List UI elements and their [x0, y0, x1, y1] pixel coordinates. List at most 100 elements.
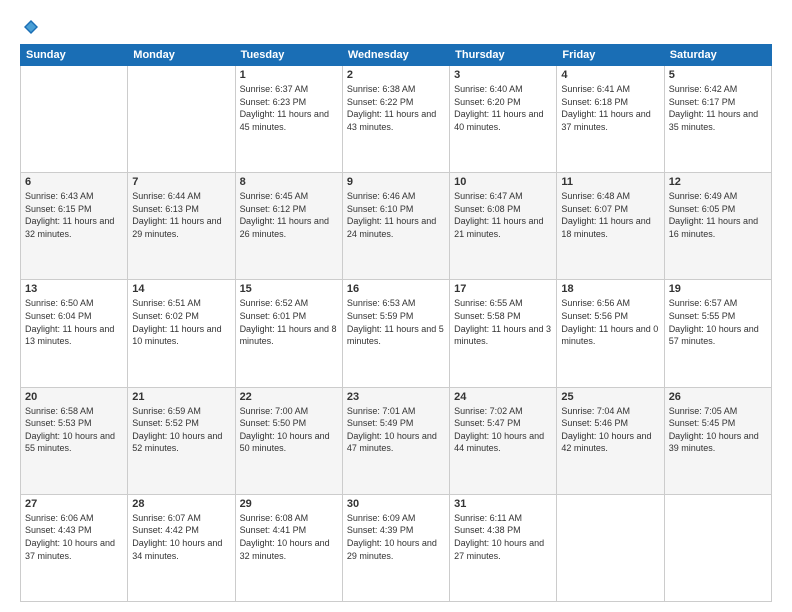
day-info: Sunrise: 6:49 AM Sunset: 6:05 PM Dayligh… [669, 190, 767, 240]
day-number: 13 [25, 283, 123, 295]
day-number: 1 [240, 69, 338, 81]
day-info: Sunrise: 6:40 AM Sunset: 6:20 PM Dayligh… [454, 83, 552, 133]
day-number: 25 [561, 391, 659, 403]
weekday-monday: Monday [128, 45, 235, 66]
day-cell: 20 Sunrise: 6:58 AM Sunset: 5:53 PM Dayli… [21, 387, 128, 494]
day-cell: 2 Sunrise: 6:38 AM Sunset: 6:22 PM Daylig… [342, 66, 449, 173]
day-cell: 16 Sunrise: 6:53 AM Sunset: 5:59 PM Dayli… [342, 280, 449, 387]
day-info: Sunrise: 6:47 AM Sunset: 6:08 PM Dayligh… [454, 190, 552, 240]
day-info: Sunrise: 6:09 AM Sunset: 4:39 PM Dayligh… [347, 512, 445, 562]
day-number: 7 [132, 176, 230, 188]
day-number: 6 [25, 176, 123, 188]
day-info: Sunrise: 6:46 AM Sunset: 6:10 PM Dayligh… [347, 190, 445, 240]
day-info: Sunrise: 6:48 AM Sunset: 6:07 PM Dayligh… [561, 190, 659, 240]
day-cell: 3 Sunrise: 6:40 AM Sunset: 6:20 PM Daylig… [450, 66, 557, 173]
day-number: 30 [347, 498, 445, 510]
day-info: Sunrise: 6:44 AM Sunset: 6:13 PM Dayligh… [132, 190, 230, 240]
weekday-header-row: SundayMondayTuesdayWednesdayThursdayFrid… [21, 45, 772, 66]
day-cell: 31 Sunrise: 6:11 AM Sunset: 4:38 PM Dayli… [450, 494, 557, 601]
day-info: Sunrise: 6:37 AM Sunset: 6:23 PM Dayligh… [240, 83, 338, 133]
day-info: Sunrise: 6:59 AM Sunset: 5:52 PM Dayligh… [132, 405, 230, 455]
day-info: Sunrise: 6:11 AM Sunset: 4:38 PM Dayligh… [454, 512, 552, 562]
logo [20, 18, 40, 36]
day-cell: 22Sunrise: 7:00 AM Sunset: 5:50 PM Dayli… [235, 387, 342, 494]
day-info: Sunrise: 7:02 AM Sunset: 5:47 PM Dayligh… [454, 405, 552, 455]
week-row-5: 27 Sunrise: 6:06 AM Sunset: 4:43 PM Dayli… [21, 494, 772, 601]
day-cell: 15Sunrise: 6:52 AM Sunset: 6:01 PM Dayli… [235, 280, 342, 387]
day-number: 24 [454, 391, 552, 403]
day-cell [557, 494, 664, 601]
day-number: 23 [347, 391, 445, 403]
day-cell: 30 Sunrise: 6:09 AM Sunset: 4:39 PM Dayli… [342, 494, 449, 601]
day-info: Sunrise: 6:58 AM Sunset: 5:53 PM Dayligh… [25, 405, 123, 455]
day-number: 16 [347, 283, 445, 295]
day-number: 10 [454, 176, 552, 188]
day-number: 27 [25, 498, 123, 510]
day-cell: 9 Sunrise: 6:46 AM Sunset: 6:10 PM Daylig… [342, 173, 449, 280]
day-number: 12 [669, 176, 767, 188]
day-cell: 11 Sunrise: 6:48 AM Sunset: 6:07 PM Dayli… [557, 173, 664, 280]
day-number: 29 [240, 498, 338, 510]
day-cell: 8 Sunrise: 6:45 AM Sunset: 6:12 PM Daylig… [235, 173, 342, 280]
day-info: Sunrise: 6:51 AM Sunset: 6:02 PM Dayligh… [132, 297, 230, 347]
day-cell: 10 Sunrise: 6:47 AM Sunset: 6:08 PM Dayli… [450, 173, 557, 280]
day-number: 11 [561, 176, 659, 188]
day-cell: 1 Sunrise: 6:37 AM Sunset: 6:23 PM Daylig… [235, 66, 342, 173]
day-number: 2 [347, 69, 445, 81]
day-info: Sunrise: 6:53 AM Sunset: 5:59 PM Dayligh… [347, 297, 445, 347]
day-info: Sunrise: 6:52 AM Sunset: 6:01 PM Dayligh… [240, 297, 338, 347]
calendar-page: SundayMondayTuesdayWednesdayThursdayFrid… [0, 0, 792, 612]
week-row-2: 6 Sunrise: 6:43 AM Sunset: 6:15 PM Daylig… [21, 173, 772, 280]
day-info: Sunrise: 6:42 AM Sunset: 6:17 PM Dayligh… [669, 83, 767, 133]
day-cell: 29 Sunrise: 6:08 AM Sunset: 4:41 PM Dayli… [235, 494, 342, 601]
day-cell: 21 Sunrise: 6:59 AM Sunset: 5:52 PM Dayli… [128, 387, 235, 494]
day-info: Sunrise: 6:38 AM Sunset: 6:22 PM Dayligh… [347, 83, 445, 133]
day-info: Sunrise: 6:57 AM Sunset: 5:55 PM Dayligh… [669, 297, 767, 347]
day-cell [21, 66, 128, 173]
weekday-thursday: Thursday [450, 45, 557, 66]
weekday-tuesday: Tuesday [235, 45, 342, 66]
day-info: Sunrise: 6:43 AM Sunset: 6:15 PM Dayligh… [25, 190, 123, 240]
day-cell [128, 66, 235, 173]
day-number: 9 [347, 176, 445, 188]
day-info: Sunrise: 6:41 AM Sunset: 6:18 PM Dayligh… [561, 83, 659, 133]
day-cell: 23 Sunrise: 7:01 AM Sunset: 5:49 PM Dayli… [342, 387, 449, 494]
day-number: 8 [240, 176, 338, 188]
day-cell: 5 Sunrise: 6:42 AM Sunset: 6:17 PM Daylig… [664, 66, 771, 173]
day-cell: 7 Sunrise: 6:44 AM Sunset: 6:13 PM Daylig… [128, 173, 235, 280]
day-cell: 14 Sunrise: 6:51 AM Sunset: 6:02 PM Dayli… [128, 280, 235, 387]
day-number: 14 [132, 283, 230, 295]
day-cell: 18 Sunrise: 6:56 AM Sunset: 5:56 PM Dayli… [557, 280, 664, 387]
day-number: 18 [561, 283, 659, 295]
day-info: Sunrise: 6:08 AM Sunset: 4:41 PM Dayligh… [240, 512, 338, 562]
calendar-table: SundayMondayTuesdayWednesdayThursdayFrid… [20, 44, 772, 602]
weekday-saturday: Saturday [664, 45, 771, 66]
day-info: Sunrise: 7:04 AM Sunset: 5:46 PM Dayligh… [561, 405, 659, 455]
day-cell: 6 Sunrise: 6:43 AM Sunset: 6:15 PM Daylig… [21, 173, 128, 280]
day-info: Sunrise: 6:50 AM Sunset: 6:04 PM Dayligh… [25, 297, 123, 347]
day-number: 20 [25, 391, 123, 403]
week-row-1: 1 Sunrise: 6:37 AM Sunset: 6:23 PM Daylig… [21, 66, 772, 173]
day-info: Sunrise: 6:06 AM Sunset: 4:43 PM Dayligh… [25, 512, 123, 562]
day-number: 3 [454, 69, 552, 81]
day-info: Sunrise: 7:01 AM Sunset: 5:49 PM Dayligh… [347, 405, 445, 455]
day-info: Sunrise: 7:05 AM Sunset: 5:45 PM Dayligh… [669, 405, 767, 455]
day-number: 21 [132, 391, 230, 403]
day-number: 31 [454, 498, 552, 510]
day-cell: 17Sunrise: 6:55 AM Sunset: 5:58 PM Dayli… [450, 280, 557, 387]
day-cell: 4Sunrise: 6:41 AM Sunset: 6:18 PM Daylig… [557, 66, 664, 173]
weekday-friday: Friday [557, 45, 664, 66]
day-cell [664, 494, 771, 601]
day-cell: 12 Sunrise: 6:49 AM Sunset: 6:05 PM Dayli… [664, 173, 771, 280]
day-cell: 25 Sunrise: 7:04 AM Sunset: 5:46 PM Dayli… [557, 387, 664, 494]
day-number: 22 [240, 391, 338, 403]
day-cell: 26Sunrise: 7:05 AM Sunset: 5:45 PM Dayli… [664, 387, 771, 494]
day-info: Sunrise: 6:45 AM Sunset: 6:12 PM Dayligh… [240, 190, 338, 240]
day-number: 5 [669, 69, 767, 81]
day-cell: 28Sunrise: 6:07 AM Sunset: 4:42 PM Dayli… [128, 494, 235, 601]
day-cell: 24 Sunrise: 7:02 AM Sunset: 5:47 PM Dayli… [450, 387, 557, 494]
header [20, 18, 772, 36]
day-cell: 19Sunrise: 6:57 AM Sunset: 5:55 PM Dayli… [664, 280, 771, 387]
day-info: Sunrise: 6:56 AM Sunset: 5:56 PM Dayligh… [561, 297, 659, 347]
day-cell: 27 Sunrise: 6:06 AM Sunset: 4:43 PM Dayli… [21, 494, 128, 601]
